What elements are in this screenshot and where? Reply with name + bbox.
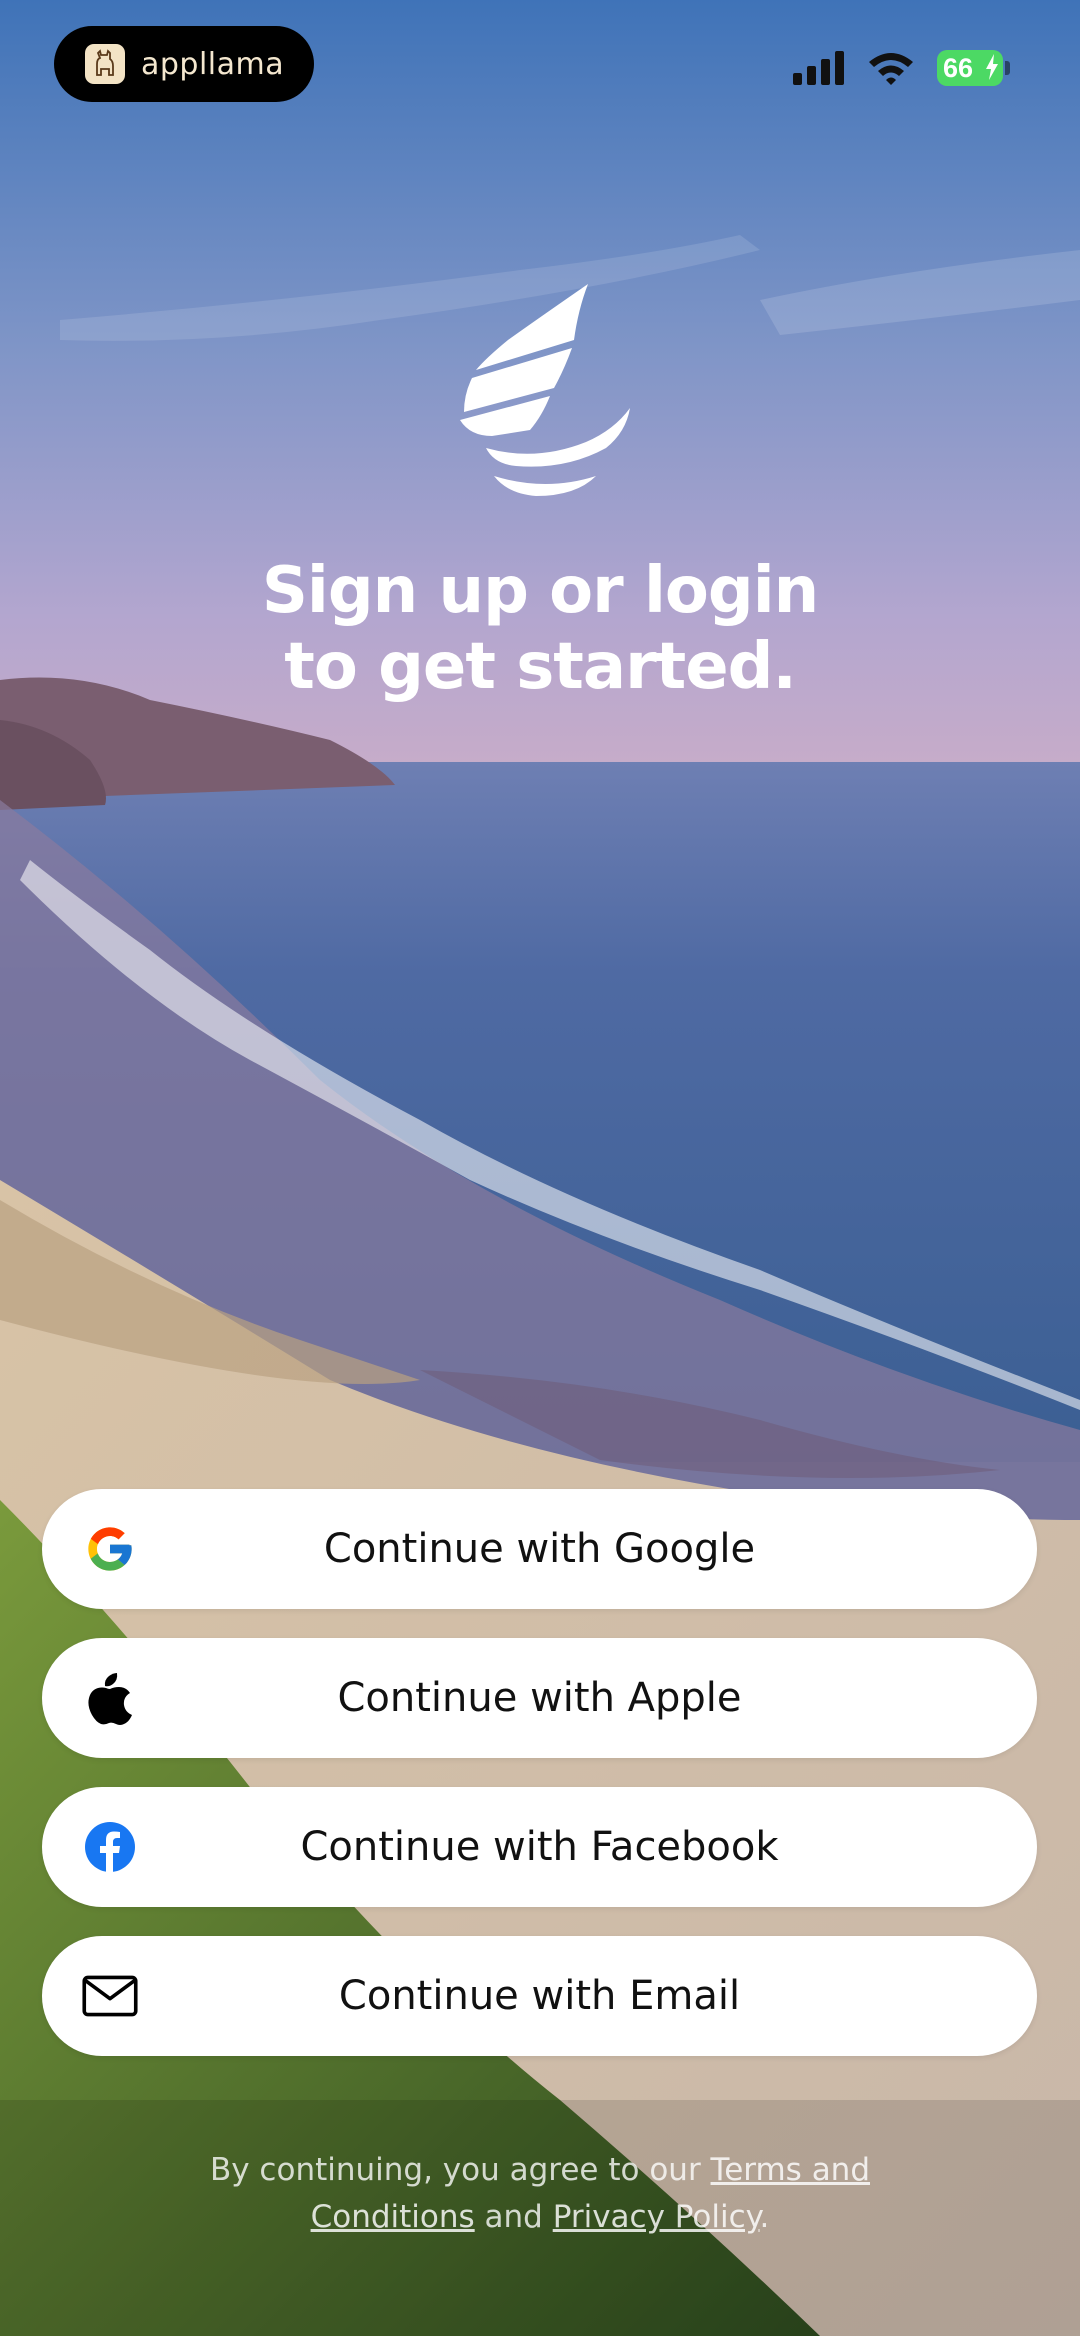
llama-logo-icon (85, 44, 125, 84)
legal-middle: and (474, 2199, 553, 2235)
continue-with-apple-button[interactable]: Continue with Apple (42, 1638, 1037, 1758)
status-icons: 66 (793, 50, 1010, 86)
page-title: Sign up or login to get started. (0, 553, 1080, 705)
battery-level: 66 (943, 52, 974, 83)
battery-charging-icon: 66 (937, 50, 1003, 86)
privacy-policy-link[interactable]: Privacy Policy (553, 2199, 760, 2235)
facebook-button-label: Continue with Facebook (300, 1824, 779, 1870)
continue-with-facebook-button[interactable]: Continue with Facebook (42, 1787, 1037, 1907)
continue-with-email-button[interactable]: Continue with Email (42, 1936, 1037, 2056)
wifi-icon (869, 53, 913, 85)
email-button-label: Continue with Email (338, 1973, 741, 2019)
battery-tip (1005, 61, 1010, 75)
brand-pill: appllama (54, 26, 314, 102)
legal-prefix: By continuing, you agree to our (209, 2152, 711, 2188)
headline-line-1: Sign up or login (261, 554, 819, 628)
signal-icon (793, 51, 844, 85)
sail-logo (446, 280, 636, 505)
brand-name: appllama (141, 46, 285, 82)
headline-line-2: to get started. (284, 630, 797, 704)
continue-with-google-button[interactable]: Continue with Google (42, 1489, 1037, 1609)
apple-button-label: Continue with Apple (337, 1675, 742, 1721)
legal-suffix: . (759, 2199, 770, 2235)
google-button-label: Continue with Google (323, 1526, 756, 1572)
legal-disclaimer: By continuing, you agree to our Terms an… (140, 2147, 940, 2241)
